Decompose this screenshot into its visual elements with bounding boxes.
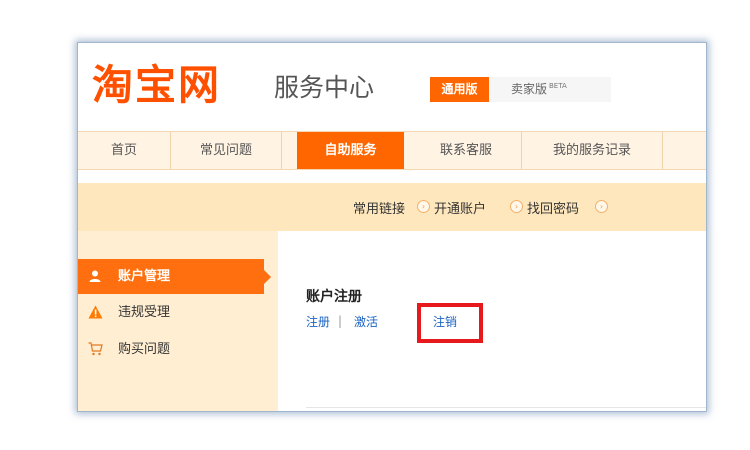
arrow-circle-icon: › <box>417 200 430 213</box>
taobao-logo[interactable]: 淘宝网 <box>92 61 221 109</box>
quick-link-open-account[interactable]: 开通账户 <box>434 198 486 217</box>
main-nav: 首页 常见问题 自助服务 联系客服 我的服务记录 <box>78 131 706 170</box>
sidebar-item-account-management[interactable]: 账户管理 <box>78 259 271 297</box>
arrow-circle-icon: › <box>510 200 523 213</box>
nav-item-service-records[interactable]: 我的服务记录 <box>522 132 663 169</box>
sidebar-item-violations[interactable]: 违规受理 <box>78 295 266 330</box>
version-tab-common[interactable]: 通用版 <box>430 77 489 102</box>
register-link[interactable]: 注册 <box>306 313 330 330</box>
sidebar-item-purchase-issues[interactable]: 购买问题 <box>78 332 266 367</box>
content-panel: 账户注册 注册 | 激活 注销 <box>278 243 706 411</box>
arrow-circle-icon: › <box>595 200 608 213</box>
user-icon <box>88 259 102 297</box>
link-separator: | <box>338 314 343 328</box>
version-tab-seller-label: 卖家版 <box>511 82 548 96</box>
activate-link[interactable]: 激活 <box>354 313 378 330</box>
beta-badge: BETA <box>549 82 567 90</box>
sidebar-item-label: 违规受理 <box>118 305 171 320</box>
site-header: 淘宝网 服务中心 通用版 卖家版 BETA <box>78 43 706 131</box>
highlight-box <box>417 303 483 343</box>
quick-links-bar: 常用链接 › 开通账户 › 找回密码 › <box>78 183 706 231</box>
nav-item-self-service[interactable]: 自助服务 <box>297 132 404 169</box>
cart-icon <box>88 332 103 370</box>
section-title: 账户注册 <box>306 289 362 305</box>
screenshot-frame: 淘宝网 服务中心 通用版 卖家版 BETA 首页 常见问题 自助服务 联系客服 … <box>78 43 706 411</box>
quick-link-recover-password[interactable]: 找回密码 <box>527 198 579 217</box>
quick-links-label: 常用链接 <box>353 202 406 217</box>
service-center-title: 服务中心 <box>274 73 375 102</box>
sidebar-item-label: 购买问题 <box>118 342 171 357</box>
warning-icon <box>88 295 103 333</box>
nav-item-contact-support[interactable]: 联系客服 <box>411 132 522 169</box>
nav-item-faq[interactable]: 常见问题 <box>171 132 282 169</box>
sidebar-item-label: 账户管理 <box>118 269 171 284</box>
divider <box>306 407 706 408</box>
version-tab-seller[interactable]: 卖家版 BETA <box>489 77 611 102</box>
nav-item-home[interactable]: 首页 <box>78 132 171 169</box>
sidebar: 账户管理 违规受理 购买问题 <box>78 231 278 411</box>
